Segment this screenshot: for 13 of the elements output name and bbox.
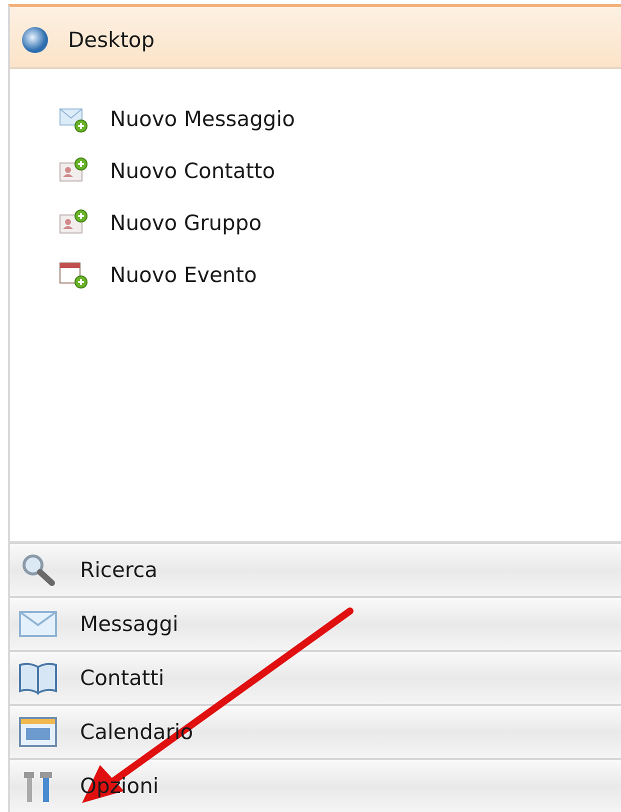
menu-item[interactable]: Nuovo Messaggio — [58, 105, 621, 133]
accordion-section[interactable]: Messaggi — [10, 596, 621, 650]
menu-item[interactable]: Nuovo Contatto — [58, 157, 621, 185]
menu-item[interactable]: Nuovo Evento — [58, 261, 621, 289]
calendar-icon — [18, 714, 58, 750]
open-book-icon — [18, 660, 58, 696]
accordion-title: Desktop — [68, 28, 155, 52]
accordion-section[interactable]: Ricerca — [10, 542, 621, 596]
menu-item[interactable]: Nuovo Gruppo — [58, 209, 621, 237]
globe-icon — [20, 25, 50, 55]
accordion-header[interactable]: Desktop — [10, 7, 621, 69]
calendar-plus-icon — [58, 261, 88, 289]
accordion-section[interactable]: Contatti — [10, 650, 621, 704]
